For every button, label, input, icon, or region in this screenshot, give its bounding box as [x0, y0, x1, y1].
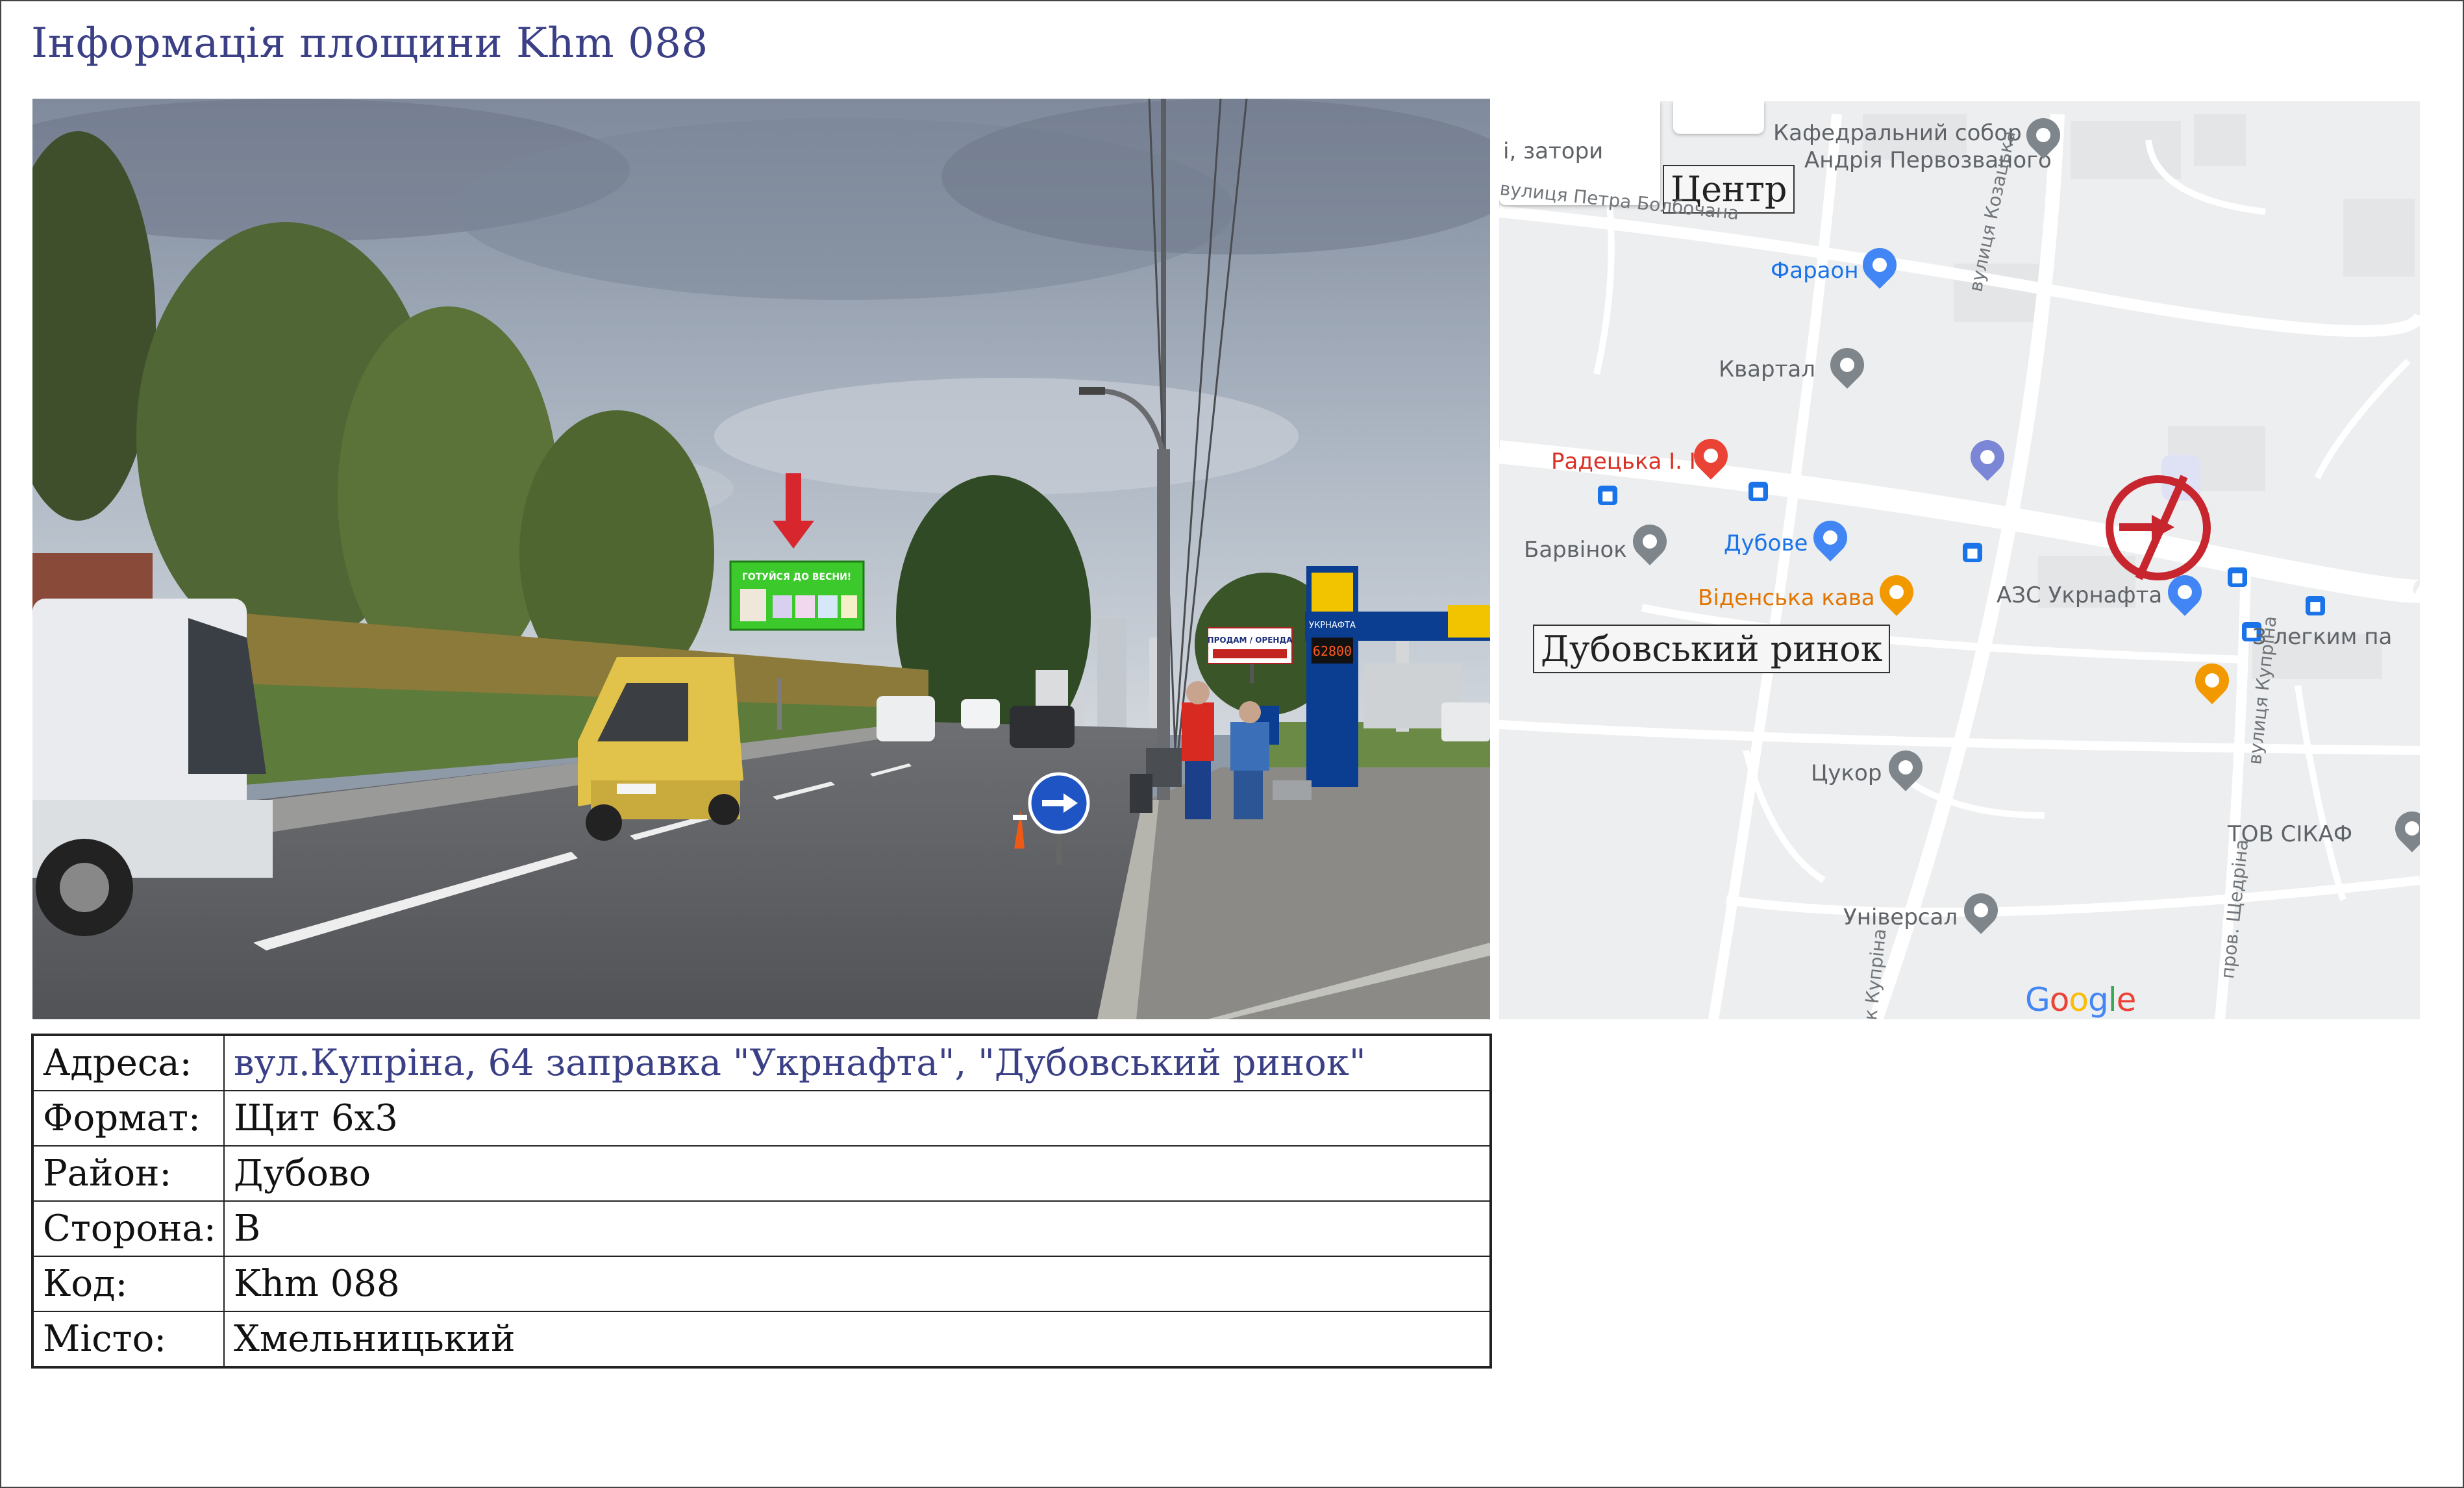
svg-text:УКРНАФТА: УКРНАФТА	[1309, 621, 1356, 630]
svg-text:ПРОДАМ / ОРЕНДА: ПРОДАМ / ОРЕНДА	[1208, 636, 1293, 645]
svg-text:62800: 62800	[1313, 643, 1352, 659]
billboard-photo: ГОТУЙСЯ ДО ВЕСНИ! УКРНАФТА 62800 ПРОДАМ …	[32, 99, 1490, 1019]
table-row: Формат: Щит 6х3	[32, 1090, 1491, 1147]
car	[961, 699, 1000, 728]
bus-stop-icon: ■	[2306, 596, 2325, 615]
map-label-dubovskyi-market: Дубовський ринок	[1533, 625, 1891, 674]
map-control-button[interactable]	[1673, 101, 1764, 134]
billboard-text: ГОТУЙСЯ ДО ВЕСНИ!	[742, 571, 851, 582]
board-info-table: Адреса: вул.Купріна, 64 заправка "Укрнаф…	[31, 1034, 1492, 1369]
table-row: Район: Дубово	[32, 1145, 1491, 1202]
map-label-videnska: Віденська кава	[1698, 585, 1875, 611]
district-value: Дубово	[223, 1145, 1491, 1202]
table-row: Адреса: вул.Купріна, 64 заправка "Укрнаф…	[32, 1034, 1491, 1091]
map-label-azs: АЗС Укрнафта	[1997, 582, 2163, 608]
map-roads	[1499, 101, 2420, 1019]
side-key: Сторона:	[32, 1200, 225, 1257]
bus-stop-icon: ■	[1748, 482, 1768, 501]
map-label-cathedral: Кафедральний собор	[1773, 120, 2022, 146]
map-label-barvinok: Барвінок	[1524, 537, 1627, 563]
page-title: Інформація площини Khm 088	[31, 19, 708, 68]
page-frame: Інформація площини Khm 088 ГОТУЙСЯ ДО ВЕ…	[0, 0, 2464, 1488]
address-key: Адреса:	[32, 1034, 225, 1091]
map-label-universal: Універсал	[1843, 904, 1958, 930]
billboard-location-marker	[2106, 475, 2211, 580]
map-label-faraon: Фараон	[1771, 258, 1859, 284]
map-label-tsukor: Цукор	[1811, 760, 1882, 786]
address-value: вул.Купріна, 64 заправка "Укрнафта", "Ду…	[223, 1034, 1491, 1091]
table-row: Код: Khm 088	[32, 1256, 1491, 1312]
bus-stop-icon: ■	[1598, 486, 1617, 505]
street-photo-illustration: ГОТУЙСЯ ДО ВЕСНИ! УКРНАФТА 62800 ПРОДАМ …	[32, 99, 1490, 1019]
format-value: Щит 6х3	[223, 1090, 1491, 1147]
table-row: Сторона: B	[32, 1200, 1491, 1257]
map-label-kvartal: Квартал	[1719, 356, 1815, 382]
map-traffic-label: і, затори	[1503, 138, 1604, 164]
map-label-radetska: Радецька І. І	[1551, 449, 1696, 475]
city-value: Хмельницький	[223, 1311, 1491, 1368]
code-value: Khm 088	[223, 1256, 1491, 1312]
car	[1010, 706, 1075, 748]
city-key: Місто:	[32, 1311, 225, 1368]
location-map[interactable]: і, затори Кафедральний собор Андрія Перв…	[1499, 101, 2420, 1019]
code-key: Код:	[32, 1256, 225, 1312]
google-logo: Google	[2025, 981, 2136, 1019]
map-label-dubove: Дубове	[1724, 530, 1808, 556]
side-value: B	[223, 1200, 1491, 1257]
table-row: Місто: Хмельницький	[32, 1311, 1491, 1368]
format-key: Формат:	[32, 1090, 225, 1147]
bus-stop-icon: ■	[2228, 567, 2247, 587]
bus-stop-icon: ■	[1963, 543, 1982, 562]
car	[877, 696, 935, 741]
district-key: Район:	[32, 1145, 225, 1202]
street-lamp-pole	[1157, 449, 1170, 800]
truck	[1036, 670, 1068, 706]
